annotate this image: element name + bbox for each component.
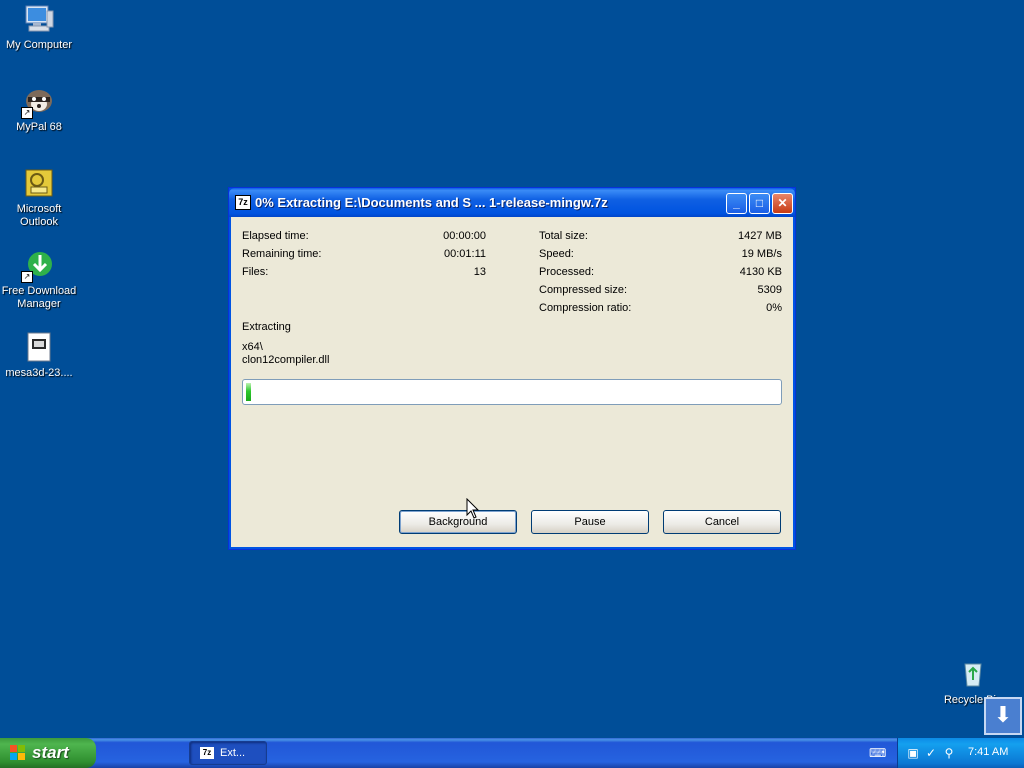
extract-status-text: Extracting (242, 321, 291, 333)
my-computer-icon (23, 3, 55, 35)
processed-value: 4130 KB (739, 266, 782, 278)
close-icon: ✕ (777, 196, 788, 210)
desktop-icon-outlook[interactable]: Microsoft Outlook (0, 167, 78, 229)
total-size-label: Total size: (539, 230, 588, 242)
fdm-icon: ↗ (21, 249, 55, 283)
remaining-time-label: Remaining time: (242, 248, 322, 260)
outlook-icon (23, 167, 55, 199)
desktop-icon-mesa3d[interactable]: mesa3d-23.... (0, 331, 78, 380)
start-button[interactable]: start (0, 738, 96, 768)
elapsed-time-value: 00:00:00 (443, 230, 486, 242)
7zip-app-icon: 7z (235, 195, 251, 210)
minimize-icon: _ (733, 196, 740, 210)
processed-label: Processed: (539, 266, 595, 278)
compression-ratio-label: Compression ratio: (539, 302, 632, 314)
network-icon[interactable]: ▣ (906, 746, 920, 760)
shortcut-arrow-icon: ↗ (21, 271, 33, 283)
remaining-time-value: 00:01:11 (443, 248, 486, 260)
mouse-pointer-icon (466, 498, 480, 519)
taskbar-item-extract[interactable]: 7z Ext... (189, 741, 267, 765)
taskbar-item-label: Ext... (220, 747, 246, 759)
system-tray: ▣ ✓ ⚲ 7:41 AM (897, 738, 1024, 768)
files-value: 13 (473, 266, 486, 278)
current-path-text: x64\ (242, 341, 263, 353)
desktop-icon-label: Microsoft Outlook (16, 203, 62, 228)
safely-remove-icon[interactable]: ✓ (924, 746, 938, 760)
archive-file-icon (23, 331, 55, 363)
7zip-taskbar-icon: 7z (200, 747, 214, 759)
files-label: Files: (242, 266, 269, 278)
extract-progress-bar (242, 379, 782, 405)
speed-label: Speed: (539, 248, 574, 260)
desktop-icon-fdm[interactable]: ↗ Free Download Manager (0, 249, 78, 311)
compressed-size-label: Compressed size: (539, 284, 628, 296)
dialog-titlebar[interactable]: 7z 0% Extracting E:\Documents and S ... … (229, 188, 795, 217)
desktop-icon-my-computer[interactable]: My Computer (0, 3, 78, 52)
close-button[interactable]: ✕ (772, 193, 793, 214)
total-size-value: 1427 MB (737, 230, 782, 242)
background-button[interactable]: Background (399, 510, 517, 534)
current-file-text: clon12compiler.dll (242, 354, 330, 366)
taskbar-clock: 7:41 AM (968, 746, 1009, 758)
start-label: start (32, 743, 69, 762)
keyboard-icon[interactable]: ⌨ (869, 747, 886, 759)
fdm-drop-target-icon[interactable]: ⬇ (984, 697, 1022, 735)
desktop-icon-label: Free Download Manager (1, 285, 77, 310)
maximize-icon: □ (755, 196, 764, 210)
cancel-button[interactable]: Cancel (663, 510, 781, 534)
desktop-icon-label: mesa3d-23.... (5, 367, 73, 379)
recycle-bin-icon (957, 658, 989, 690)
search-icon[interactable]: ⚲ (942, 746, 956, 760)
progress-bar-fill (246, 383, 251, 401)
maximize-button[interactable]: □ (749, 193, 770, 214)
compressed-size-value: 5309 (757, 284, 782, 296)
compression-ratio-value: 0% (766, 302, 782, 314)
elapsed-time-label: Elapsed time: (242, 230, 309, 242)
windows-logo-icon (10, 745, 25, 760)
desktop-icon-label: MyPal 68 (16, 121, 62, 133)
mypal-raccoon-icon: ↗ (21, 85, 55, 119)
desktop-icon-label: My Computer (5, 39, 73, 51)
dialog-title: 0% Extracting E:\Documents and S ... 1-r… (255, 195, 608, 210)
shortcut-arrow-icon: ↗ (21, 107, 33, 119)
minimize-button[interactable]: _ (726, 193, 747, 214)
speed-value: 19 MB/s (741, 248, 782, 260)
desktop-icon-mypal[interactable]: ↗ MyPal 68 (0, 85, 78, 134)
pause-button[interactable]: Pause (531, 510, 649, 534)
